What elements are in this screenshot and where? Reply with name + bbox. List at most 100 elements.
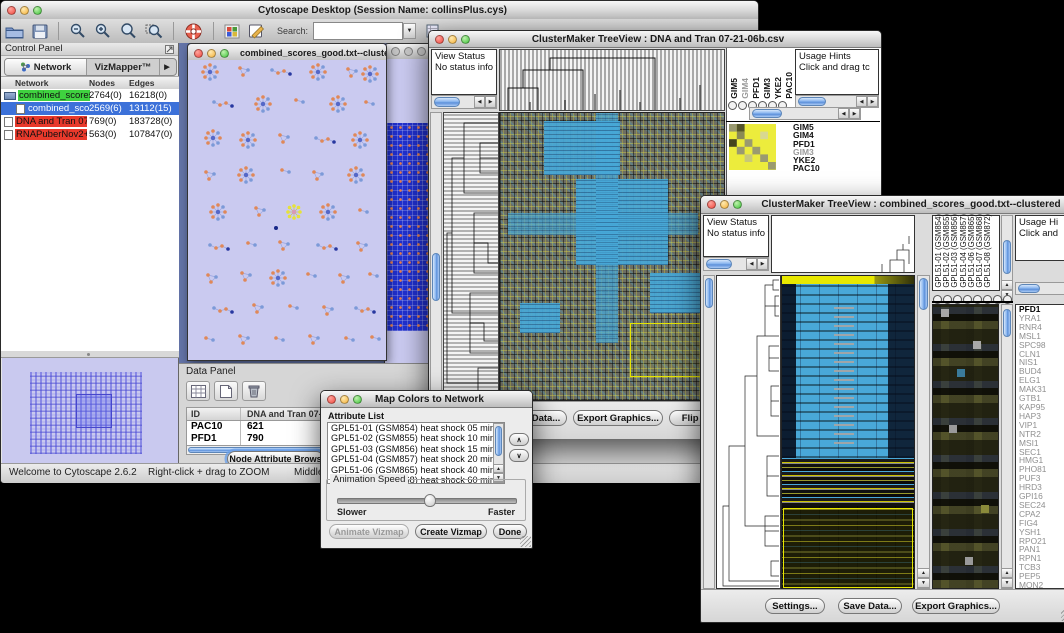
gene-label[interactable]: PEP5: [1019, 572, 1064, 581]
zoom-button[interactable]: [353, 395, 362, 404]
gene-label[interactable]: MON2: [1019, 581, 1064, 589]
network-list-row[interactable]: DNA and Tran 07 769(0) 183728(0): [1, 115, 179, 128]
scroll-right-arrow[interactable]: ▶: [849, 108, 860, 119]
gene-label[interactable]: RPO21: [1019, 537, 1064, 546]
gene-label[interactable]: NIS1: [1019, 358, 1064, 367]
row-dendrogram[interactable]: [716, 275, 781, 589]
row-label[interactable]: PAC10: [793, 164, 820, 172]
scroll-down-arrow[interactable]: ▼: [918, 578, 929, 588]
scroll-up-arrow[interactable]: ▲: [494, 464, 503, 473]
close-button[interactable]: [7, 6, 16, 15]
zoom-button[interactable]: [417, 47, 426, 56]
minimize-button[interactable]: [340, 395, 349, 404]
gene-label[interactable]: CPA2: [1019, 510, 1064, 519]
zoom-button[interactable]: [461, 35, 470, 44]
search-input[interactable]: [313, 22, 403, 40]
attribute-item[interactable]: GPL51-04 (GSM857) heat shock 20 min: [331, 454, 504, 464]
gene-label[interactable]: KAP95: [1019, 403, 1064, 412]
network-view-window[interactable]: combined_scores_good.txt--cluste...: [187, 43, 387, 361]
zoom-selected-icon[interactable]: [141, 21, 167, 41]
zoom-button[interactable]: [220, 49, 229, 58]
gene-label[interactable]: YSH1: [1019, 528, 1064, 537]
scroll-right-arrow[interactable]: ▶: [485, 96, 496, 108]
view-status-hscrollbar[interactable]: ◀ ▶: [703, 257, 769, 271]
save-data-button[interactable]: Save Data...: [838, 598, 902, 614]
hscroll-thumb[interactable]: [752, 109, 782, 118]
gene-label[interactable]: BUD4: [1019, 367, 1064, 376]
gene-label[interactable]: MAK31: [1019, 385, 1064, 394]
animate-vizmap-button[interactable]: Animate Vizmap: [329, 524, 409, 539]
scroll-up-arrow[interactable]: ▲: [1002, 280, 1012, 290]
scroll-up-arrow[interactable]: ▲: [918, 568, 929, 578]
scroll-left-arrow[interactable]: ◀: [746, 258, 757, 270]
resize-grip[interactable]: [520, 536, 531, 547]
move-up-button[interactable]: ∧: [509, 433, 529, 446]
gene-label[interactable]: RNR4: [1019, 323, 1064, 332]
vizmap-squares-icon[interactable]: [220, 21, 244, 41]
summary-vscrollbar[interactable]: ▲ ▼: [1001, 304, 1013, 589]
gene-label[interactable]: SEC1: [1019, 448, 1064, 457]
view-status-hscrollbar[interactable]: ◀ ▶: [431, 95, 497, 109]
row-dendrogram[interactable]: [443, 112, 499, 401]
summary-matrix[interactable]: [729, 124, 776, 170]
close-button[interactable]: [435, 35, 444, 44]
zoom-button[interactable]: [733, 200, 742, 209]
column-label[interactable]: GPL51-08 (GSM872): [984, 214, 992, 288]
annotation-page-icon[interactable]: [244, 21, 269, 41]
scroll-right-arrow[interactable]: ▶: [867, 96, 878, 107]
gene-label[interactable]: NTR2: [1019, 430, 1064, 439]
gene-label[interactable]: PHO81: [1019, 465, 1064, 474]
close-button[interactable]: [391, 47, 400, 56]
treeview1-vscrollbar[interactable]: [430, 112, 442, 401]
scroll-left-arrow[interactable]: ◀: [856, 96, 867, 107]
scroll-left-arrow[interactable]: ◀: [838, 108, 849, 119]
new-attribute-icon[interactable]: [214, 381, 238, 401]
select-attributes-icon[interactable]: [186, 381, 210, 401]
hscroll-thumb[interactable]: [1018, 284, 1040, 293]
gene-label[interactable]: PAN1: [1019, 545, 1064, 554]
summary-hscrollbar[interactable]: ◀ ▶: [749, 107, 861, 120]
gene-label[interactable]: GPI16: [1019, 492, 1064, 501]
network-list-row[interactable]: combined_scores 2764(0) 16218(0): [1, 89, 179, 102]
tab-network[interactable]: Network: [5, 59, 87, 75]
export-graphics-button[interactable]: Export Graphics...: [573, 410, 663, 426]
attribute-list-vscrollbar[interactable]: ▲ ▼: [493, 423, 504, 483]
attribute-item[interactable]: GPL51-02 (GSM855) heat shock 10 min: [331, 433, 504, 443]
speed-slider-thumb[interactable]: [424, 494, 436, 507]
treeview1-heatmap[interactable]: [499, 112, 725, 401]
minimize-button[interactable]: [720, 200, 729, 209]
zoom-out-icon[interactable]: [65, 21, 90, 41]
scroll-right-arrow[interactable]: ▶: [757, 258, 768, 270]
scroll-down-arrow[interactable]: ▼: [1002, 578, 1012, 588]
column-label[interactable]: PAC10: [785, 72, 794, 99]
attribute-item[interactable]: GPL51-03 (GSM856) heat shock 15 min: [331, 444, 504, 454]
gene-label[interactable]: FIG4: [1019, 519, 1064, 528]
gene-label[interactable]: ELG1: [1019, 376, 1064, 385]
gene-label[interactable]: PUF3: [1019, 474, 1064, 483]
gene-label[interactable]: PFD1: [1019, 305, 1064, 314]
vscroll-thumb[interactable]: [919, 278, 928, 310]
minimize-button[interactable]: [207, 49, 216, 58]
birdseye-overview[interactable]: [2, 358, 178, 463]
gene-label[interactable]: CLN1: [1019, 350, 1064, 359]
create-vizmap-button[interactable]: Create Vizmap: [415, 524, 487, 539]
treeview2-vscrollbar[interactable]: [703, 275, 715, 589]
scroll-left-arrow[interactable]: ◀: [474, 96, 485, 108]
vscroll-thumb[interactable]: [432, 253, 440, 301]
gene-label[interactable]: HRD3: [1019, 483, 1064, 492]
zoom-fit-icon[interactable]: [115, 21, 141, 41]
minimize-button[interactable]: [404, 47, 413, 56]
column-dendrogram[interactable]: [499, 49, 725, 111]
treeview2-heatmap[interactable]: [781, 275, 915, 589]
close-button[interactable]: [327, 395, 336, 404]
minimize-button[interactable]: [20, 6, 29, 15]
gene-label[interactable]: HAP3: [1019, 412, 1064, 421]
column-label[interactable]: GIM4: [741, 78, 750, 99]
zoom-button[interactable]: [33, 6, 42, 15]
column-label[interactable]: GIM5: [730, 78, 739, 99]
close-button[interactable]: [194, 49, 203, 58]
gene-label[interactable]: MSL1: [1019, 332, 1064, 341]
gene-label[interactable]: MSI1: [1019, 439, 1064, 448]
close-button[interactable]: [707, 200, 716, 209]
gene-label[interactable]: HMG1: [1019, 456, 1064, 465]
